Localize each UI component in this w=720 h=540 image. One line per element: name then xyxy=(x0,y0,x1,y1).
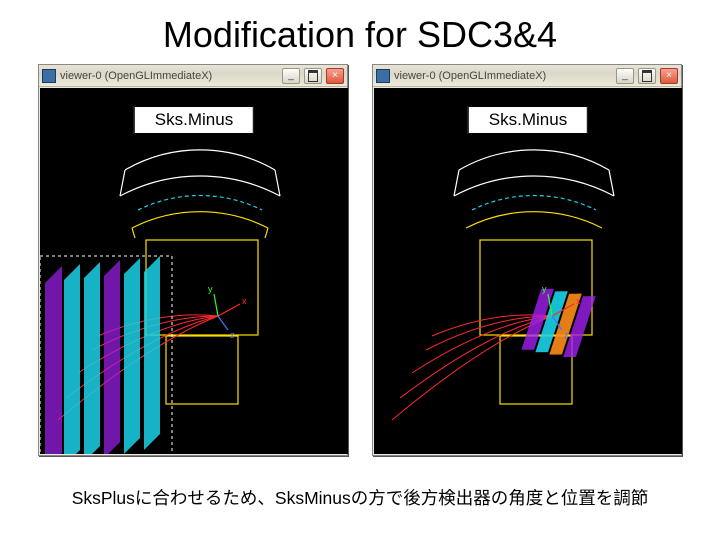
minimize-button[interactable]: _ xyxy=(616,68,634,84)
viewer-window-right: viewer-0 (OpenGLImmediateX) _ × Sks.Minu… xyxy=(372,64,682,456)
viewer-window-left: viewer-0 (OpenGLImmediateX) _ × Sks.Minu… xyxy=(38,64,348,456)
close-button[interactable]: × xyxy=(660,68,678,84)
maximize-button[interactable] xyxy=(304,68,322,84)
titlebar[interactable]: viewer-0 (OpenGLImmediateX) _ × xyxy=(373,65,681,87)
viewport-label: Sks.Minus xyxy=(134,106,254,134)
window-title: viewer-0 (OpenGLImmediateX) xyxy=(60,70,212,82)
titlebar[interactable]: viewer-0 (OpenGLImmediateX) _ × xyxy=(39,65,347,87)
windows-row: viewer-0 (OpenGLImmediateX) _ × Sks.Minu… xyxy=(0,64,720,456)
system-icon xyxy=(376,69,390,83)
axis-y: y xyxy=(542,284,547,294)
viewport-left: Sks.Minus xyxy=(40,88,348,454)
viewport-label: Sks.Minus xyxy=(468,106,588,134)
axis-y: y xyxy=(208,284,213,294)
system-icon xyxy=(42,69,56,83)
maximize-button[interactable] xyxy=(638,68,656,84)
axis-z: z xyxy=(230,330,235,340)
viewport-right: Sks.Minus xyxy=(374,88,682,454)
minimize-button[interactable]: _ xyxy=(282,68,300,84)
scene-left: x y z xyxy=(40,88,348,454)
axis-z: z xyxy=(564,330,569,340)
close-button[interactable]: × xyxy=(326,68,344,84)
axis-x: x xyxy=(242,296,247,306)
axis-x: x xyxy=(576,296,581,306)
window-title: viewer-0 (OpenGLImmediateX) xyxy=(394,70,546,82)
scene-right: x y z xyxy=(374,88,682,454)
bottom-caption: SksPlusに合わせるため、SksMinusの方で後方検出器の角度と位置を調節 xyxy=(0,485,720,510)
slide-title: Modification for SDC3&4 xyxy=(0,0,720,56)
